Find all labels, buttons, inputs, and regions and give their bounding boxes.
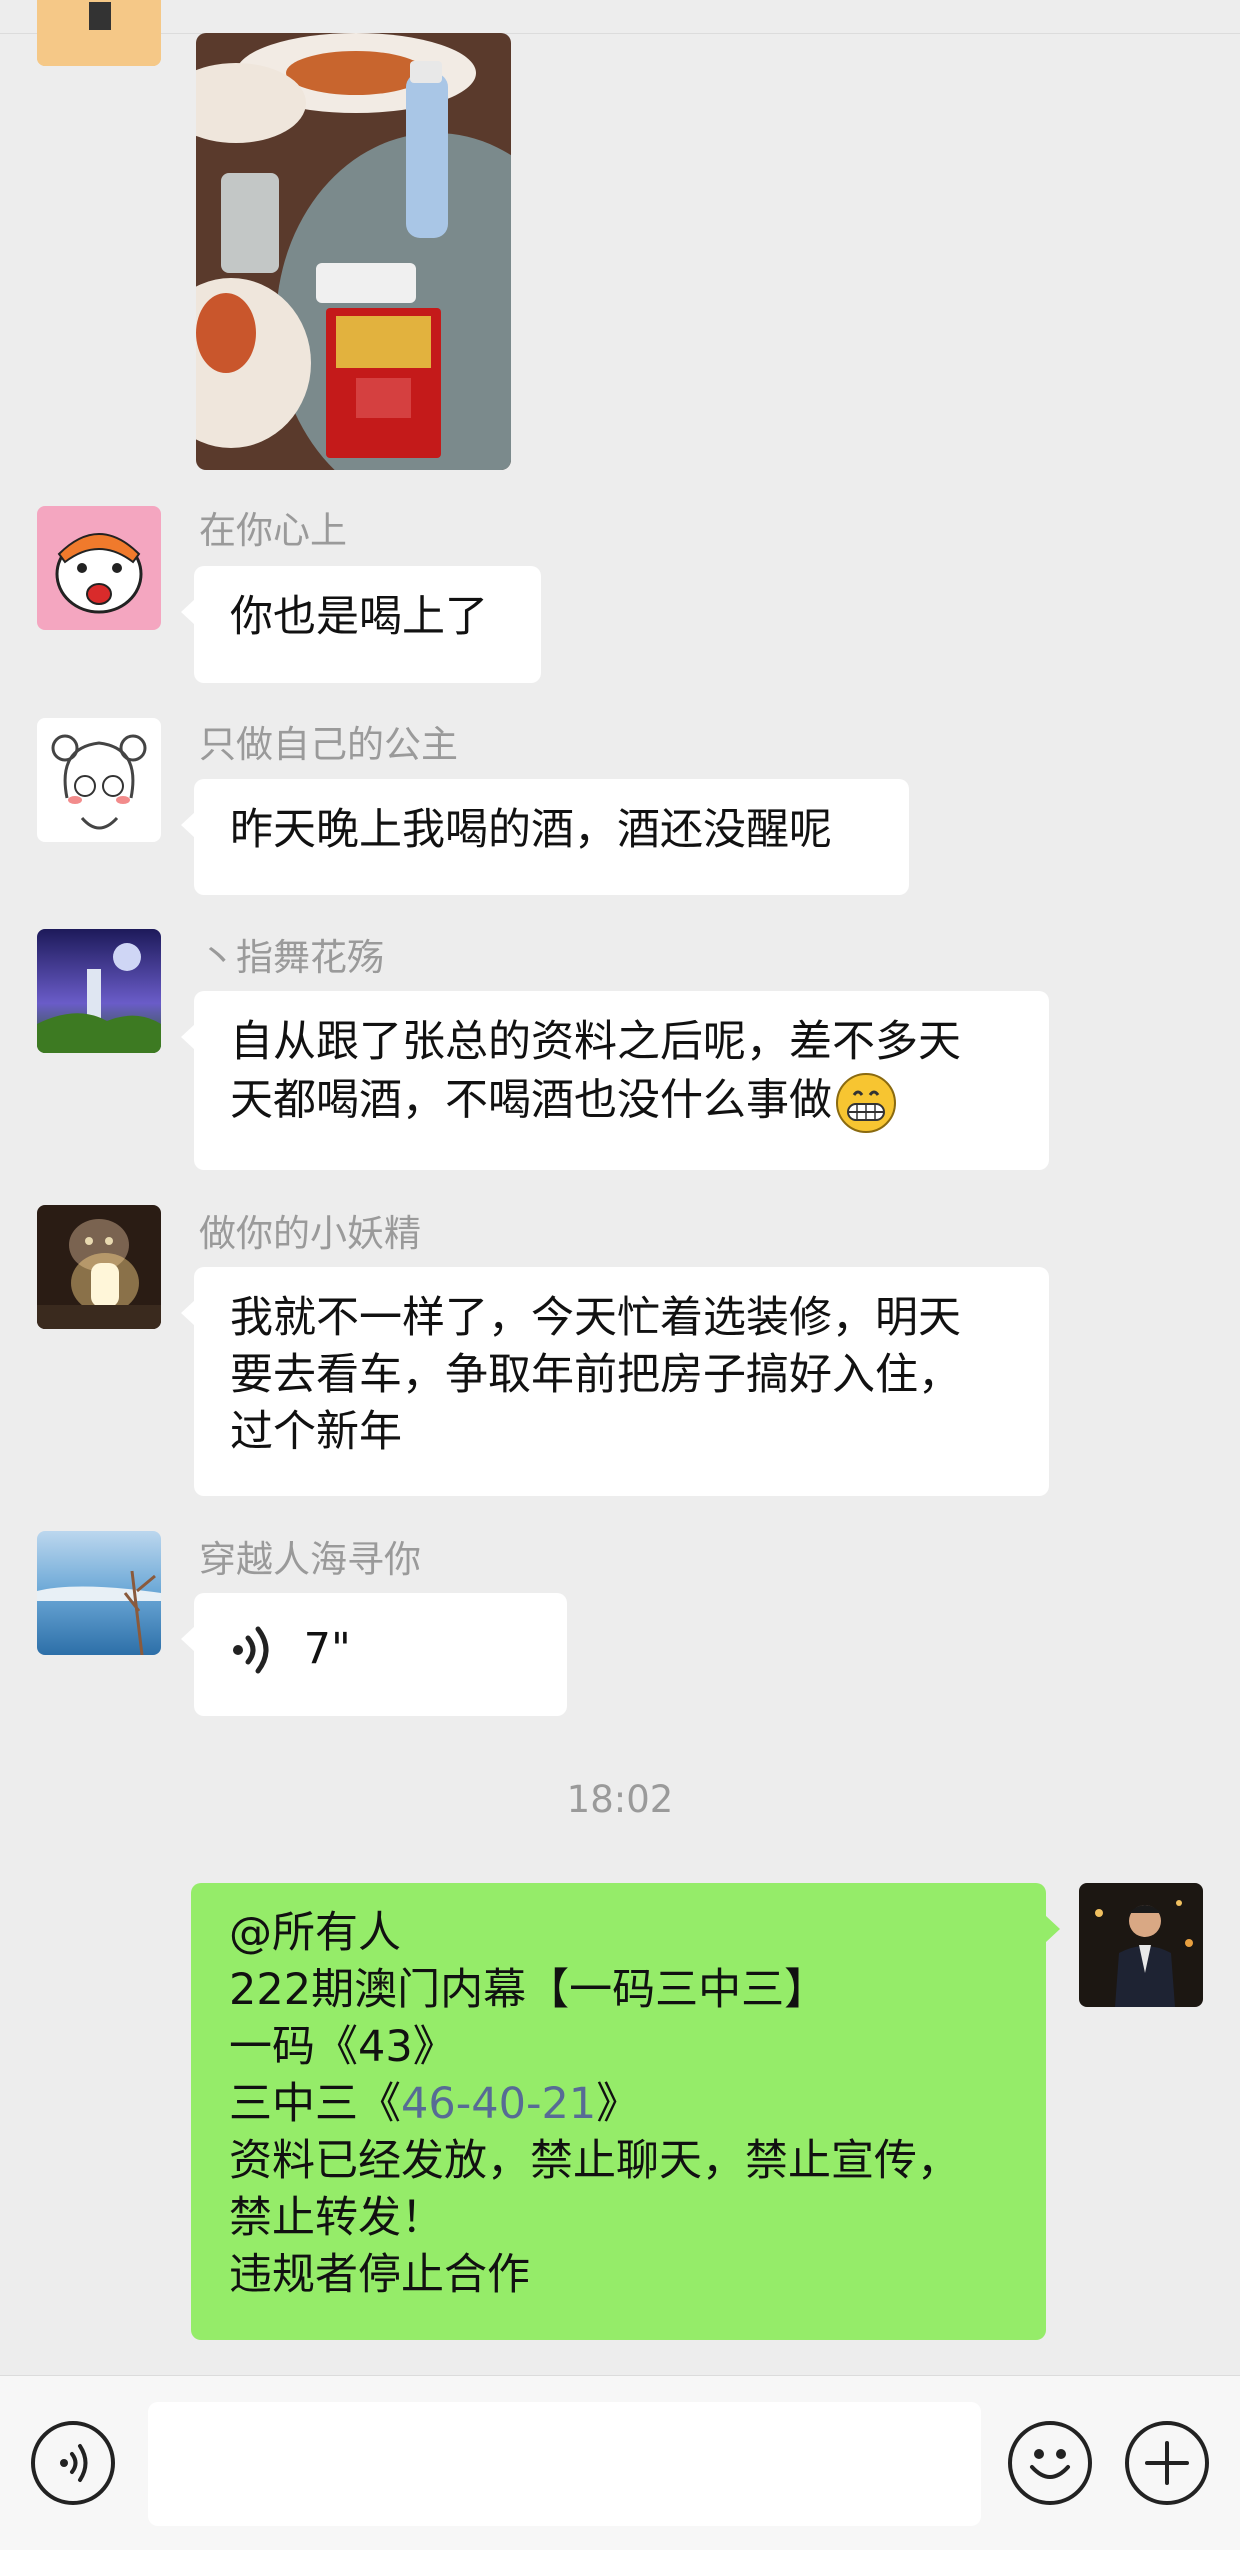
- avatar-zhi-zuo-zi-ji-de-gong-zhu[interactable]: [37, 718, 161, 842]
- message-text-line: 222期澳门内幕【一码三中三】: [229, 1965, 828, 2015]
- message-text-line: 资料已经发放，禁止聊天，禁止宣传，: [229, 2136, 960, 2186]
- plus-icon: [1145, 2441, 1189, 2485]
- message-text-segment: 天都喝酒，不喝酒也没什么事做: [230, 1075, 832, 1126]
- message-text: 昨天晚上我喝的酒，酒还没醒呢: [230, 805, 832, 855]
- photo-message[interactable]: [196, 33, 511, 470]
- message-text-line: 过个新年: [230, 1407, 402, 1457]
- more-button[interactable]: [1125, 2421, 1209, 2505]
- my-message-bubble[interactable]: @所有人 222期澳门内幕【一码三中三】 一码《43》 三中三《46-40-21…: [191, 1883, 1060, 2340]
- sender-name: 只做自己的公主: [199, 723, 458, 766]
- message-text-segment: 》: [596, 2079, 640, 2129]
- sender-name: 丶指舞花殇: [199, 936, 384, 979]
- avatar-zuo-ni-de-xiao-yao-jing[interactable]: [37, 1205, 161, 1329]
- number-link[interactable]: 46-40-21: [401, 2079, 596, 2129]
- voice-duration: 7": [303, 1624, 351, 1674]
- voice-toggle-button[interactable]: [31, 2421, 115, 2505]
- sender-name: 做你的小妖精: [199, 1212, 421, 1255]
- message-text-line: 禁止转发！: [229, 2193, 444, 2243]
- sender-name: 穿越人海寻你: [199, 1538, 421, 1581]
- message-text: 你也是喝上了: [230, 592, 488, 642]
- top-divider: [0, 0, 1240, 34]
- sender-name: 在你心上: [199, 509, 347, 552]
- time-divider: 18:02: [566, 1778, 674, 1821]
- voice-message-bubble[interactable]: 7": [181, 1593, 567, 1716]
- avatar-zhi-wu-hua-shang[interactable]: [37, 929, 161, 1053]
- message-text-line: 一码《43》: [229, 2022, 456, 2072]
- voice-icon: [60, 2444, 88, 2482]
- avatar-me[interactable]: [1079, 1883, 1203, 2007]
- message-text-line: 要去看车，争取年前把房子搞好入住，: [230, 1350, 961, 1400]
- avatar-previous-sender[interactable]: [37, 0, 161, 66]
- message-text-line: @所有人: [229, 1908, 401, 1958]
- avatar-zai-ni-xin-shang[interactable]: [37, 506, 161, 630]
- message-text-line: 我就不一样了，今天忙着选装修，明天: [230, 1293, 961, 1343]
- input-bar: [0, 2375, 1240, 2550]
- message-text-line: 三中三《46-40-21》: [229, 2076, 1008, 2133]
- message-bubble[interactable]: 你也是喝上了: [181, 566, 541, 683]
- emoji-icon: [1030, 2449, 1070, 2479]
- message-input[interactable]: [148, 2402, 981, 2526]
- avatar-chuan-yue-ren-hai-xun-ni[interactable]: [37, 1531, 161, 1655]
- message-text-segment: 三中三《: [229, 2079, 401, 2129]
- grin-emoji-icon: [834, 1071, 898, 1135]
- message-text-line: 违规者停止合作: [229, 2250, 530, 2300]
- emoji-button[interactable]: [1008, 2421, 1092, 2505]
- message-bubble[interactable]: 自从跟了张总的资料之后呢，差不多天 天都喝酒，不喝酒也没什么事做: [181, 991, 1049, 1170]
- message-bubble[interactable]: 我就不一样了，今天忙着选装修，明天 要去看车，争取年前把房子搞好入住， 过个新年: [181, 1267, 1049, 1496]
- message-text-line: 天都喝酒，不喝酒也没什么事做: [230, 1071, 1013, 1135]
- message-text-line: 自从跟了张总的资料之后呢，差不多天: [230, 1017, 961, 1067]
- voice-wave-icon: [230, 1625, 274, 1675]
- message-bubble[interactable]: 昨天晚上我喝的酒，酒还没醒呢: [181, 779, 909, 895]
